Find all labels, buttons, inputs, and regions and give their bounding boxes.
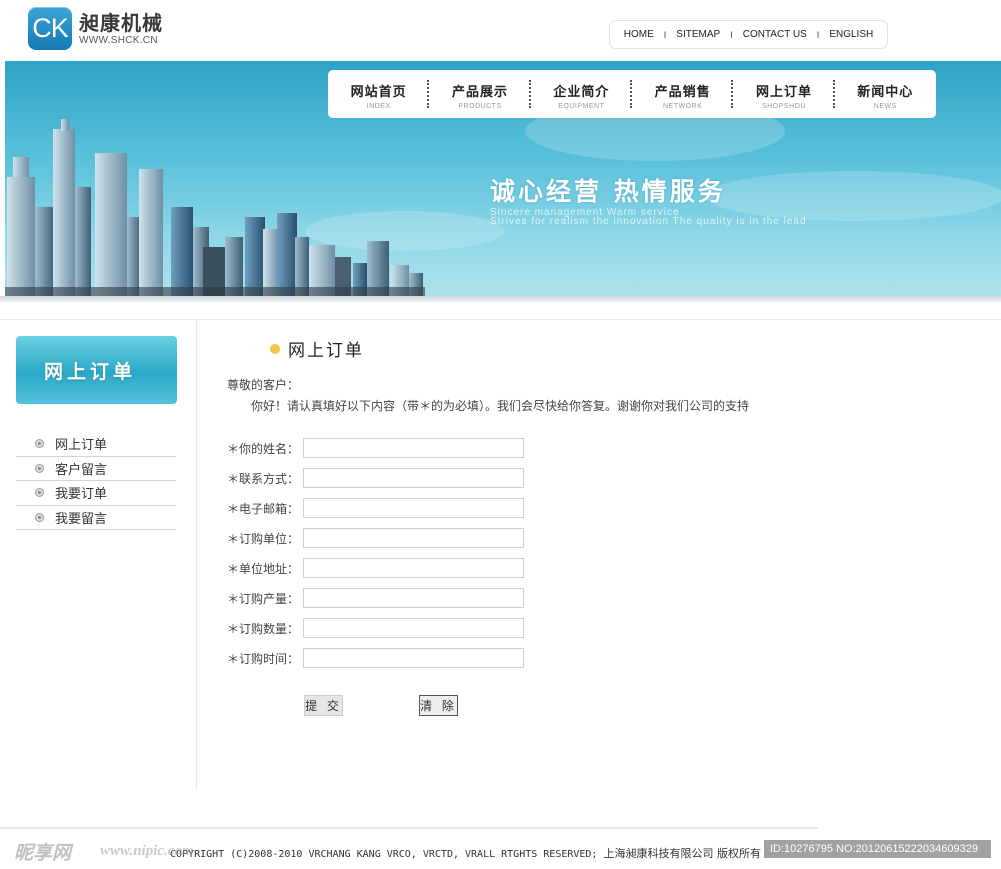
main-nav-label: 网站首页: [350, 85, 407, 100]
main-nav-item-index[interactable]: 网站首页 INDEX: [328, 70, 430, 118]
main-nav-sublabel: SHOPSHOU: [761, 103, 806, 110]
quantity-input[interactable]: [303, 618, 524, 638]
watermark-id-badge: ID:10276795 NO:20120615222034609329: [764, 840, 991, 858]
sidebar-item-label: 我要留言: [55, 511, 108, 527]
main-nav-label: 新闻中心: [857, 85, 914, 100]
footer-divider: [0, 827, 818, 829]
title-bullet-icon: [270, 343, 280, 354]
sidebar-item-label: 客户留言: [55, 462, 108, 478]
brand-url: WWW.SHCK.CN: [79, 35, 158, 46]
main-nav-label: 网上订单: [755, 85, 812, 100]
slogan-en-line-2: Strives for realism the innovation The q…: [490, 216, 807, 227]
watermark-logo: 昵享网: [14, 842, 72, 864]
main-nav: 网站首页 INDEX 产品展示 PRODUCTS 企业简介 EQUIPMENT …: [328, 70, 936, 118]
bullet-icon: [35, 512, 44, 522]
form-row-date: ＊订购时间：: [227, 643, 524, 673]
logo-mark: CK: [28, 7, 72, 50]
form-row-email: ＊电子邮箱：: [227, 493, 524, 523]
field-label: ＊订购单位：: [227, 531, 300, 546]
sidebar-item-label: 网上订单: [55, 438, 108, 454]
sidebar-item-online-order[interactable]: 网上订单: [16, 432, 176, 457]
name-input[interactable]: [303, 438, 524, 458]
main-nav-sublabel: EQUIPMENT: [558, 103, 605, 110]
field-label: ＊电子邮箱：: [227, 501, 300, 516]
submit-button[interactable]: 提 交: [304, 695, 343, 716]
main-nav-sublabel: NEWS: [873, 103, 897, 110]
form-row-product: ＊订购产量：: [227, 583, 524, 613]
main-nav-sublabel: PRODUCTS: [458, 103, 502, 110]
form-row-company: ＊订购单位：: [227, 523, 524, 553]
watermark-url: www.nipic.com: [100, 843, 194, 859]
city-skyline-image: [5, 119, 425, 297]
product-input[interactable]: [303, 588, 524, 608]
slogan-cn: 诚心经营 热情服务: [490, 177, 726, 206]
top-nav-english[interactable]: ENGLISH: [819, 29, 883, 40]
copyright-cn: 上海昶康科技有限公司 版权所有: [603, 847, 762, 860]
sidebar-item-leave-message[interactable]: 我要留言: [16, 506, 176, 530]
bullet-icon: [35, 488, 44, 498]
sidebar-menu: 网上订单 客户留言 我要订单 我要留言: [16, 432, 176, 530]
field-label: ＊单位地址：: [227, 561, 300, 576]
sidebar-divider: [196, 320, 197, 790]
sidebar-item-customer-message[interactable]: 客户留言: [16, 457, 176, 481]
top-nav-sitemap[interactable]: SITEMAP: [666, 29, 730, 40]
form-row-address: ＊单位地址：: [227, 553, 524, 583]
banner-slogan: 诚心经营 热情服务 Sincere management Warm servic…: [490, 172, 807, 227]
field-label: ＊订购数量：: [227, 621, 300, 636]
bullet-icon: [35, 463, 44, 473]
reset-button[interactable]: 清 除: [419, 695, 458, 716]
copyright-en: COPYRIGHT (C)2008-2010 VRCHANG KANG VRCO…: [170, 849, 598, 860]
main-nav-sublabel: NETWORK: [663, 103, 703, 110]
main-nav-item-products[interactable]: 产品展示 PRODUCTS: [429, 70, 531, 118]
top-nav-home[interactable]: HOME: [614, 29, 664, 40]
field-label: ＊你的姓名：: [227, 441, 300, 456]
main-nav-item-sales[interactable]: 产品销售 NETWORK: [632, 70, 734, 118]
page-title-text: 网上订单: [288, 341, 364, 361]
intro-text: 你好！请认真填好以下内容（带＊的为必填）。我们会尽快给你答复。谢谢你对我们公司的…: [251, 399, 750, 413]
main-nav-label: 企业简介: [553, 85, 610, 100]
order-date-input[interactable]: [303, 648, 524, 668]
main-nav-sublabel: INDEX: [366, 103, 391, 110]
main-nav-item-news[interactable]: 新闻中心 NEWS: [835, 70, 936, 118]
sidebar-heading: 网上订单: [16, 336, 177, 404]
address-input[interactable]: [303, 558, 524, 578]
top-nav-contact[interactable]: CONTACT US: [733, 29, 817, 40]
sidebar-item-my-order[interactable]: 我要订单: [16, 481, 176, 506]
page-title: 网上订单: [270, 336, 364, 361]
site-logo[interactable]: CK 昶康机械 WWW.SHCK.CN: [28, 7, 163, 50]
brand-name: 昶康机械: [79, 11, 163, 35]
company-input[interactable]: [303, 528, 524, 548]
main-nav-item-about[interactable]: 企业简介 EQUIPMENT: [531, 70, 633, 118]
email-input[interactable]: [303, 498, 524, 518]
main-nav-item-order[interactable]: 网上订单 SHOPSHOU: [733, 70, 835, 118]
form-row-contact: ＊联系方式：: [227, 463, 524, 493]
form-row-quantity: ＊订购数量：: [227, 613, 524, 643]
footer-copyright: COPYRIGHT (C)2008-2010 VRCHANG KANG VRCO…: [170, 845, 761, 861]
order-form: ＊你的姓名： ＊联系方式： ＊电子邮箱： ＊订购单位： ＊单位地址： ＊订购产量…: [227, 433, 524, 673]
form-row-name: ＊你的姓名：: [227, 433, 524, 463]
bullet-icon: [35, 439, 44, 449]
main-nav-label: 产品销售: [654, 85, 711, 100]
greeting-text: 尊敬的客户：: [227, 378, 300, 392]
field-label: ＊订购产量：: [227, 591, 300, 606]
field-label: ＊订购时间：: [227, 651, 300, 666]
main-nav-label: 产品展示: [451, 85, 508, 100]
field-label: ＊联系方式：: [227, 471, 300, 486]
sidebar-item-label: 我要订单: [55, 487, 108, 503]
banner-divider: [0, 296, 1001, 302]
top-nav: HOME I SITEMAP I CONTACT US I ENGLISH: [609, 20, 888, 49]
content-top-divider: [0, 319, 1001, 320]
contact-input[interactable]: [303, 468, 524, 488]
